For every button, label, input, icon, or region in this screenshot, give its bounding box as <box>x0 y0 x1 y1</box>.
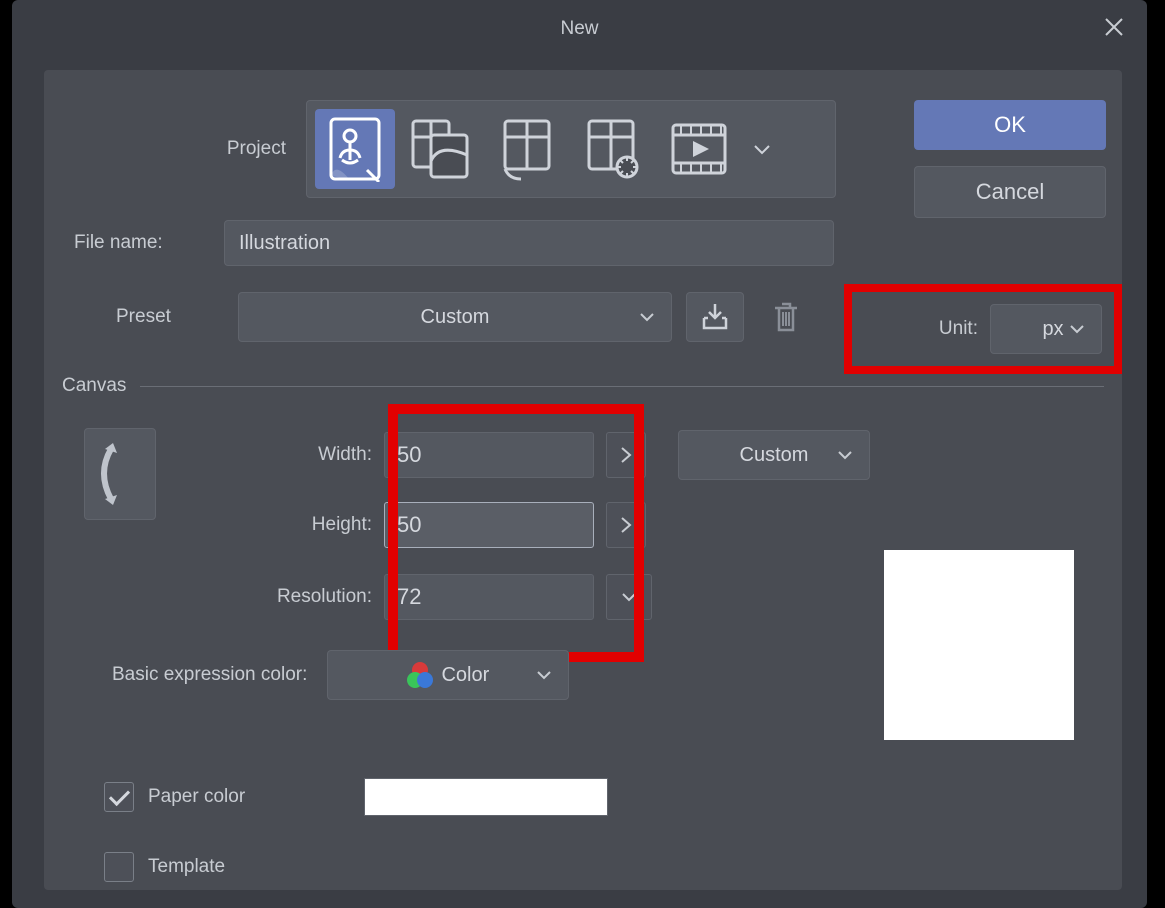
chevron-down-icon <box>751 138 773 160</box>
width-stepper[interactable] <box>606 432 646 478</box>
resolution-row: Resolution: <box>202 574 652 620</box>
ok-button[interactable]: OK <box>914 100 1106 150</box>
unit-row: Unit: px <box>925 292 1116 366</box>
print-settings-icon <box>583 117 643 181</box>
chevron-right-icon <box>617 514 635 536</box>
dialog-body: Project <box>44 70 1122 890</box>
divider <box>140 386 1104 387</box>
height-input[interactable] <box>384 502 594 548</box>
paper-color-swatch[interactable] <box>364 778 608 816</box>
trash-icon <box>771 300 801 334</box>
resolution-label: Resolution: <box>202 586 372 608</box>
project-type-print[interactable] <box>573 109 653 189</box>
canvas-header-label: Canvas <box>62 375 126 397</box>
filename-label: File name: <box>74 232 224 254</box>
width-label: Width: <box>222 444 372 466</box>
canvas-section: Canvas <box>62 375 1104 397</box>
project-type-more[interactable] <box>745 109 779 189</box>
paper-color-checkbox[interactable] <box>104 782 134 812</box>
preset-label: Preset <box>116 306 224 328</box>
preset-value: Custom <box>421 306 490 329</box>
height-stepper[interactable] <box>606 502 646 548</box>
paper-color-label: Paper color <box>148 786 245 808</box>
rgb-icon <box>407 662 433 688</box>
chevron-right-icon <box>617 444 635 466</box>
project-type-selector <box>306 100 836 198</box>
dialog-title: New <box>560 18 598 40</box>
close-button[interactable] <box>1097 10 1131 44</box>
project-type-illustration[interactable] <box>315 109 395 189</box>
dialog-buttons: OK Cancel <box>914 100 1106 218</box>
size-preset-value: Custom <box>740 444 809 467</box>
chevron-down-icon <box>637 307 657 327</box>
project-label: Project <box>116 138 286 160</box>
new-document-dialog: New Project <box>12 0 1147 908</box>
project-type-animation[interactable] <box>659 109 739 189</box>
save-preset-icon <box>698 300 732 334</box>
save-preset-button[interactable] <box>686 292 744 342</box>
width-row: Width: Custom <box>222 430 870 480</box>
template-label: Template <box>148 856 225 878</box>
template-row: Template <box>104 852 225 882</box>
chevron-down-icon <box>835 445 855 465</box>
titlebar: New <box>12 0 1147 58</box>
cancel-button[interactable]: Cancel <box>914 166 1106 218</box>
preset-dropdown[interactable]: Custom <box>238 292 672 342</box>
unit-value: px <box>1042 318 1063 341</box>
chevron-down-icon <box>619 587 639 607</box>
height-row: Height: <box>222 502 646 548</box>
filename-input[interactable] <box>224 220 834 266</box>
project-type-comic[interactable] <box>401 109 481 189</box>
resolution-dropdown-toggle[interactable] <box>606 574 652 620</box>
filename-row: File name: <box>74 220 834 266</box>
unit-label: Unit: <box>939 318 978 340</box>
height-label: Height: <box>222 514 372 536</box>
swap-dimensions-button[interactable] <box>84 428 156 520</box>
webtoon-icon <box>499 117 555 181</box>
preset-row: Preset Custom <box>116 292 814 342</box>
chevron-down-icon <box>1067 319 1087 339</box>
expression-color-dropdown[interactable]: Color <box>327 650 569 700</box>
unit-dropdown[interactable]: px <box>990 304 1102 354</box>
swap-arrows-icon <box>97 441 143 507</box>
comic-icon <box>409 117 473 181</box>
paper-color-row: Paper color <box>104 782 245 812</box>
delete-preset-button[interactable] <box>758 293 814 341</box>
size-preset-dropdown[interactable]: Custom <box>678 430 870 480</box>
expression-color-label: Basic expression color: <box>112 664 307 686</box>
canvas-preview <box>884 550 1074 740</box>
project-row: Project <box>116 100 836 198</box>
template-checkbox[interactable] <box>104 852 134 882</box>
width-input[interactable] <box>384 432 594 478</box>
chevron-down-icon <box>534 665 554 685</box>
resolution-input[interactable] <box>384 574 594 620</box>
close-icon <box>1103 16 1125 38</box>
animation-icon <box>669 119 729 179</box>
project-type-webtoon[interactable] <box>487 109 567 189</box>
illustration-icon <box>328 116 382 182</box>
expression-color-value: Color <box>441 664 489 687</box>
expression-color-row: Basic expression color: Color <box>112 650 569 700</box>
